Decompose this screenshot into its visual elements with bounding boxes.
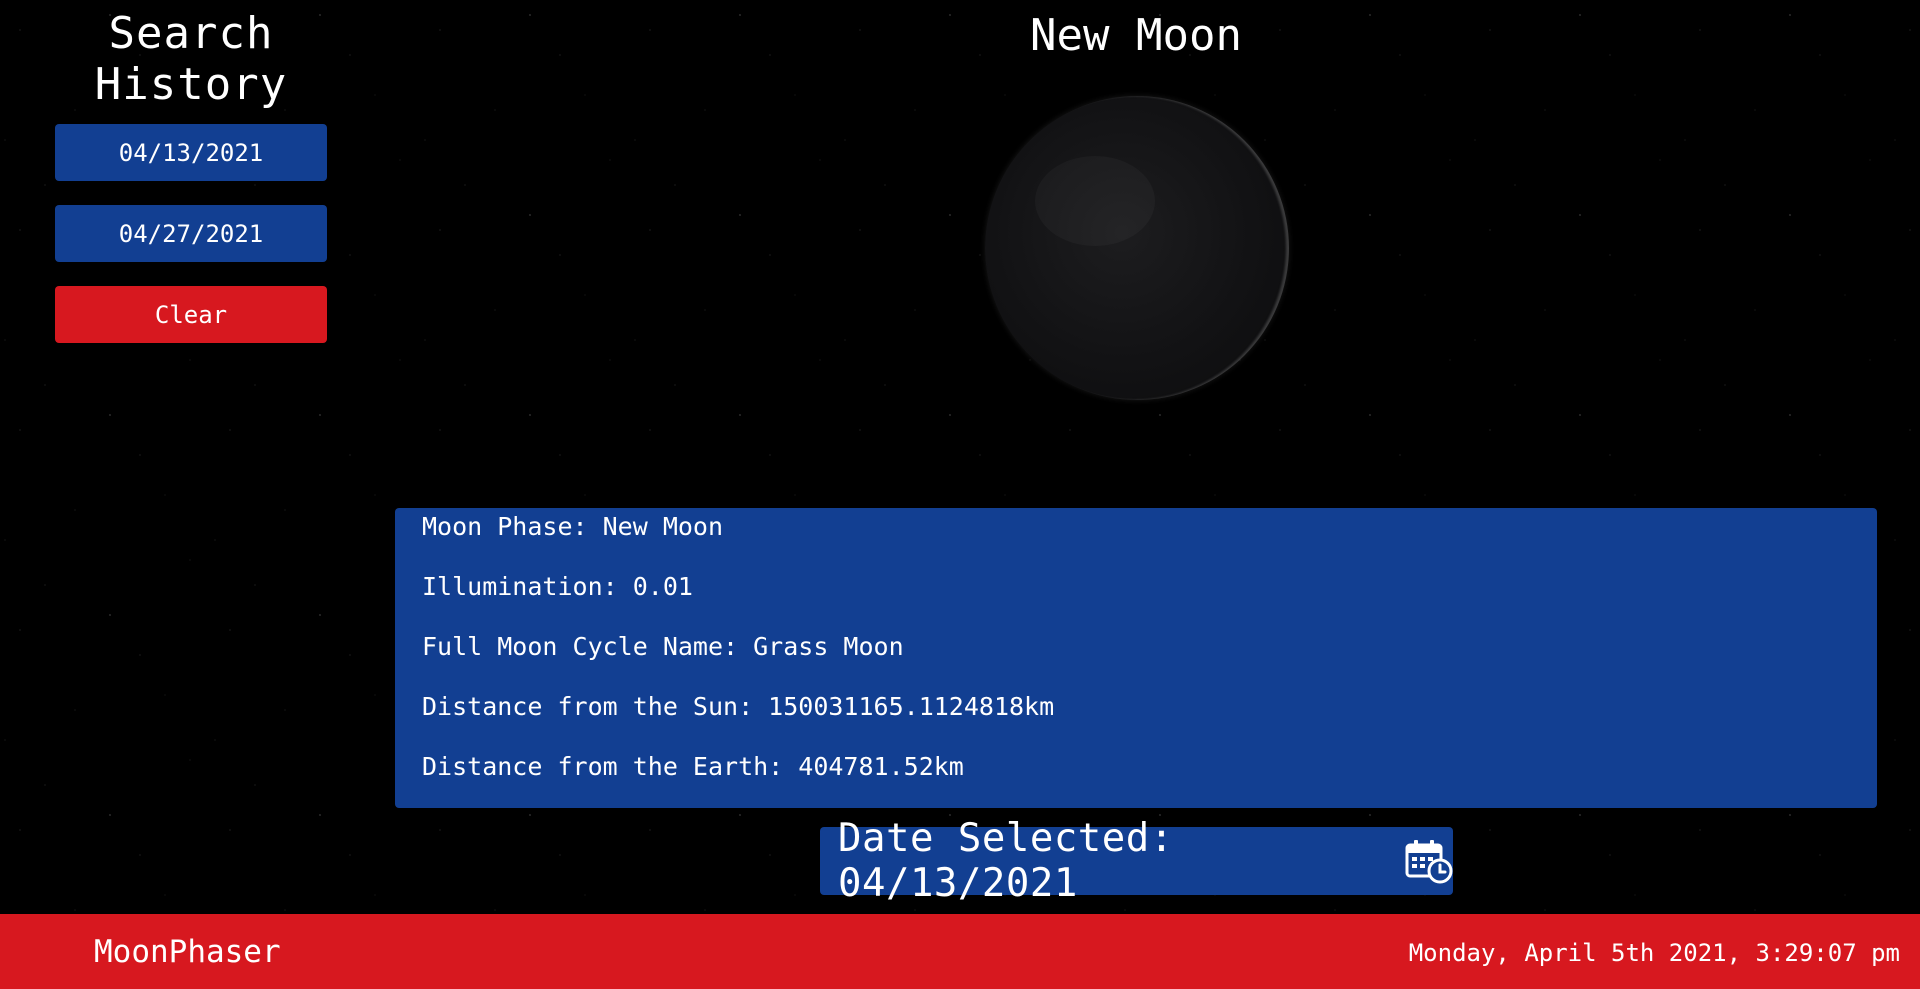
search-history-title-line2: History (94, 59, 288, 110)
moon-info-panel: Moon Phase: New Moon Illumination: 0.01 … (395, 508, 1877, 808)
footer-bar: MoonPhaser Monday, April 5th 2021, 3:29:… (0, 914, 1920, 989)
clear-history-button[interactable]: Clear (55, 286, 327, 343)
moon-phase-title: New Moon (1030, 10, 1242, 61)
earth-distance-text: Distance from the Earth: 404781.52km (422, 752, 964, 781)
calendar-clock-icon[interactable] (1405, 838, 1453, 884)
app-root: Search History 04/13/2021 04/27/2021 Clea… (0, 0, 1920, 989)
date-picker-button[interactable]: Date Selected: 04/13/2021 (820, 816, 1453, 906)
search-history-title-line1: Search (108, 8, 274, 59)
search-history-title: Search History (55, 8, 327, 110)
search-history-sidebar: Search History 04/13/2021 04/27/2021 Clea… (55, 8, 327, 367)
moon-phase-text: Moon Phase: New Moon (422, 512, 724, 541)
illumination-text: Illumination: 0.01 (422, 572, 693, 601)
history-item-button[interactable]: 04/13/2021 (55, 124, 327, 181)
phase-title-container: New Moon (395, 10, 1877, 62)
moon-image (985, 96, 1289, 400)
date-selected-label: Date Selected: 04/13/2021 (838, 816, 1174, 906)
sun-distance-text: Distance from the Sun: 150031165.1124818… (422, 692, 1055, 721)
current-datetime: Monday, April 5th 2021, 3:29:07 pm (1408, 939, 1900, 967)
history-item-button[interactable]: 04/27/2021 (55, 205, 327, 262)
moon-cycle-name-text: Full Moon Cycle Name: Grass Moon (422, 632, 904, 661)
brand-logo-text[interactable]: MoonPhaser (94, 934, 281, 970)
